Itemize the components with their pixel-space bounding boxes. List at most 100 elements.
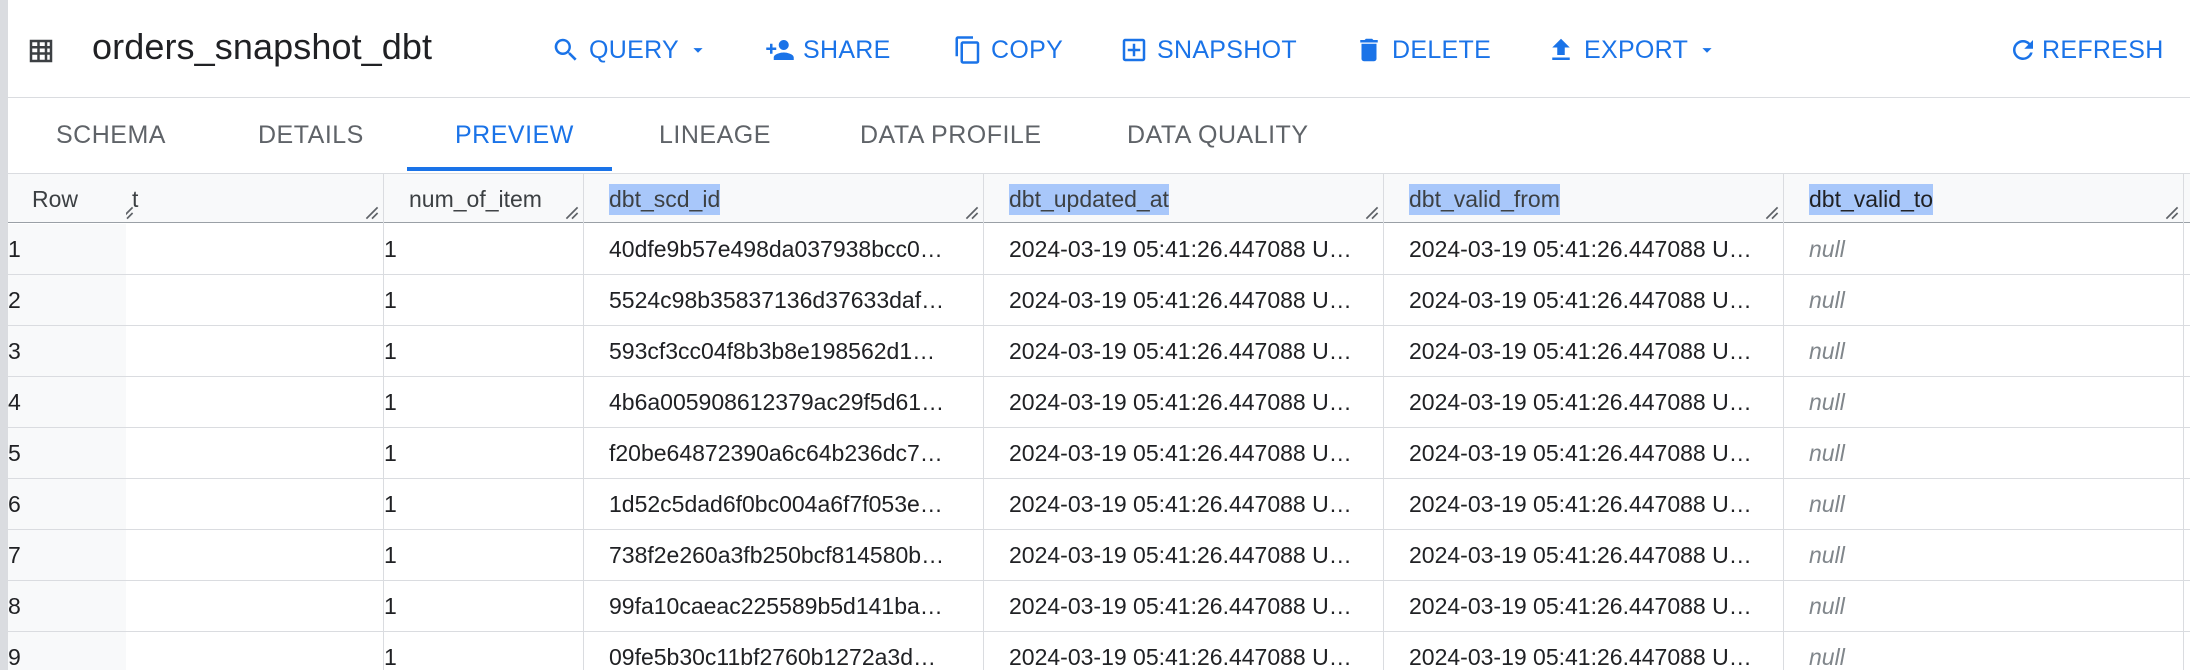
dbt-updated-at-cell[interactable]: 2024-03-19 05:41:26.447088 U… bbox=[984, 377, 1384, 427]
num-of-item-cell[interactable]: 1 bbox=[384, 479, 584, 529]
num-of-item-cell[interactable]: 1 bbox=[384, 224, 584, 274]
dbt-scd-id-cell[interactable]: 5524c98b35837136d37633daf… bbox=[584, 275, 984, 325]
table-row[interactable]: 6 1 1d52c5dad6f0bc004a6f7f053e… 2024-03-19 … bbox=[8, 479, 2190, 530]
table-row[interactable]: 1 1 40dfe9b57e498da037938bcc0… 2024-03-19 0… bbox=[8, 224, 2190, 275]
dbt-scd-id-cell[interactable]: 40dfe9b57e498da037938bcc0… bbox=[584, 224, 984, 274]
num-of-item-cell[interactable]: 1 bbox=[384, 275, 584, 325]
delete-button[interactable]: DELETE bbox=[1354, 28, 1491, 72]
num-of-item-cell[interactable]: 1 bbox=[384, 581, 584, 631]
tab-data-quality[interactable]: DATA QUALITY bbox=[1127, 98, 1309, 173]
resize-handle-icon[interactable] bbox=[126, 206, 134, 220]
tab-data-profile[interactable]: DATA PROFILE bbox=[860, 98, 1042, 173]
tab-lineage[interactable]: LINEAGE bbox=[659, 98, 771, 173]
dbt-valid-from-cell[interactable]: 2024-03-19 05:41:26.447088 U… bbox=[1384, 479, 1784, 529]
dbt-valid-from-cell[interactable]: 2024-03-19 05:41:26.447088 U… bbox=[1384, 224, 1784, 274]
header-dbt-valid-to[interactable]: dbt_valid_to bbox=[1784, 174, 2184, 224]
header-num-of-item[interactable]: num_of_item bbox=[384, 174, 584, 224]
row-number-cell[interactable]: 9 bbox=[8, 632, 126, 670]
row-number-cell[interactable]: 6 bbox=[8, 479, 126, 529]
num-of-item-cell[interactable]: 1 bbox=[384, 377, 584, 427]
table-row[interactable]: 2 1 5524c98b35837136d37633daf… 2024-03-19 0… bbox=[8, 275, 2190, 326]
header-partial-column[interactable]: t bbox=[126, 174, 384, 224]
partial-column-cell[interactable] bbox=[126, 428, 384, 478]
num-of-item-cell[interactable]: 1 bbox=[384, 632, 584, 670]
snapshot-button[interactable]: SNAPSHOT bbox=[1119, 28, 1297, 72]
dbt-valid-from-cell[interactable]: 2024-03-19 05:41:26.447088 U… bbox=[1384, 581, 1784, 631]
num-of-item-cell[interactable]: 1 bbox=[384, 428, 584, 478]
partial-column-cell[interactable] bbox=[126, 479, 384, 529]
resize-handle-icon[interactable] bbox=[565, 206, 579, 220]
copy-button[interactable]: COPY bbox=[953, 28, 1063, 72]
row-number-cell[interactable]: 1 bbox=[8, 224, 126, 274]
dbt-scd-id-cell[interactable]: 99fa10caeac225589b5d141ba… bbox=[584, 581, 984, 631]
table-row[interactable]: 7 1 738f2e260a3fb250bcf814580b… 2024-03-19 … bbox=[8, 530, 2190, 581]
header-dbt-scd-id[interactable]: dbt_scd_id bbox=[584, 174, 984, 224]
resize-handle-icon[interactable] bbox=[365, 206, 379, 220]
table-row[interactable]: 4 1 4b6a005908612379ac29f5d61… 2024-03-19 0… bbox=[8, 377, 2190, 428]
dbt-valid-from-cell[interactable]: 2024-03-19 05:41:26.447088 U… bbox=[1384, 326, 1784, 376]
num-of-item-cell[interactable]: 1 bbox=[384, 326, 584, 376]
row-number-cell[interactable]: 5 bbox=[8, 428, 126, 478]
dbt-valid-to-cell[interactable]: null bbox=[1784, 581, 2184, 631]
row-number-cell[interactable]: 8 bbox=[8, 581, 126, 631]
row-number-cell[interactable]: 3 bbox=[8, 326, 126, 376]
row-number-cell[interactable]: 2 bbox=[8, 275, 126, 325]
dbt-scd-id-cell[interactable]: 4b6a005908612379ac29f5d61… bbox=[584, 377, 984, 427]
dbt-valid-to-cell[interactable]: null bbox=[1784, 428, 2184, 478]
dbt-updated-at-cell[interactable]: 2024-03-19 05:41:26.447088 U… bbox=[984, 428, 1384, 478]
dbt-valid-from-cell[interactable]: 2024-03-19 05:41:26.447088 U… bbox=[1384, 428, 1784, 478]
dbt-valid-from-cell[interactable]: 2024-03-19 05:41:26.447088 U… bbox=[1384, 275, 1784, 325]
partial-column-cell[interactable] bbox=[126, 632, 384, 670]
query-button[interactable]: QUERY bbox=[551, 28, 709, 72]
tab-preview[interactable]: PREVIEW bbox=[455, 98, 574, 173]
dbt-updated-at-cell[interactable]: 2024-03-19 05:41:26.447088 U… bbox=[984, 530, 1384, 580]
dbt-valid-from-cell[interactable]: 2024-03-19 05:41:26.447088 U… bbox=[1384, 530, 1784, 580]
table-row[interactable]: 8 1 99fa10caeac225589b5d141ba… 2024-03-19 0… bbox=[8, 581, 2190, 632]
share-button[interactable]: SHARE bbox=[765, 28, 891, 72]
partial-column-cell[interactable] bbox=[126, 326, 384, 376]
dbt-valid-to-cell[interactable]: null bbox=[1784, 632, 2184, 670]
dbt-valid-to-cell[interactable]: null bbox=[1784, 275, 2184, 325]
dbt-scd-id-cell[interactable]: 593cf3cc04f8b3b8e198562d1… bbox=[584, 326, 984, 376]
table-row[interactable]: 9 1 09fe5b30c11bf2760b1272a3d… 2024-03-19 0… bbox=[8, 632, 2190, 670]
row-number-cell[interactable]: 4 bbox=[8, 377, 126, 427]
dbt-scd-id-cell[interactable]: 1d52c5dad6f0bc004a6f7f053e… bbox=[584, 479, 984, 529]
dbt-valid-to-cell[interactable]: null bbox=[1784, 530, 2184, 580]
dbt-updated-at-cell[interactable]: 2024-03-19 05:41:26.447088 U… bbox=[984, 479, 1384, 529]
header-dbt-valid-from[interactable]: dbt_valid_from bbox=[1384, 174, 1784, 224]
tab-details[interactable]: DETAILS bbox=[258, 98, 364, 173]
row-number-cell[interactable]: 7 bbox=[8, 530, 126, 580]
resize-handle-icon[interactable] bbox=[2165, 206, 2179, 220]
dbt-valid-to-cell-text: null bbox=[1809, 337, 1845, 364]
dbt-updated-at-cell[interactable]: 2024-03-19 05:41:26.447088 U… bbox=[984, 581, 1384, 631]
export-button[interactable]: EXPORT bbox=[1546, 28, 1718, 72]
partial-column-cell[interactable] bbox=[126, 581, 384, 631]
dbt-valid-to-cell[interactable]: null bbox=[1784, 326, 2184, 376]
num-of-item-cell[interactable]: 1 bbox=[384, 530, 584, 580]
table-row[interactable]: 3 1 593cf3cc04f8b3b8e198562d1… 2024-03-19 0… bbox=[8, 326, 2190, 377]
dbt-valid-to-cell[interactable]: null bbox=[1784, 479, 2184, 529]
dbt-updated-at-cell[interactable]: 2024-03-19 05:41:26.447088 U… bbox=[984, 632, 1384, 670]
resize-handle-icon[interactable] bbox=[1765, 206, 1779, 220]
partial-column-cell[interactable] bbox=[126, 275, 384, 325]
partial-column-cell[interactable] bbox=[126, 224, 384, 274]
partial-column-cell[interactable] bbox=[126, 377, 384, 427]
resize-handle-icon[interactable] bbox=[1365, 206, 1379, 220]
dbt-updated-at-cell[interactable]: 2024-03-19 05:41:26.447088 U… bbox=[984, 224, 1384, 274]
dbt-valid-to-cell[interactable]: null bbox=[1784, 377, 2184, 427]
dbt-updated-at-cell[interactable]: 2024-03-19 05:41:26.447088 U… bbox=[984, 326, 1384, 376]
refresh-button[interactable]: REFRESH bbox=[2008, 28, 2164, 72]
resize-handle-icon[interactable] bbox=[965, 206, 979, 220]
dbt-scd-id-cell[interactable]: 09fe5b30c11bf2760b1272a3d… bbox=[584, 632, 984, 670]
header-row-number[interactable]: Row bbox=[8, 174, 126, 224]
dbt-valid-from-cell[interactable]: 2024-03-19 05:41:26.447088 U… bbox=[1384, 377, 1784, 427]
dbt-valid-from-cell[interactable]: 2024-03-19 05:41:26.447088 U… bbox=[1384, 632, 1784, 670]
dbt-scd-id-cell[interactable]: f20be64872390a6c64b236dc7… bbox=[584, 428, 984, 478]
partial-column-cell[interactable] bbox=[126, 530, 384, 580]
header-dbt-updated-at[interactable]: dbt_updated_at bbox=[984, 174, 1384, 224]
dbt-scd-id-cell[interactable]: 738f2e260a3fb250bcf814580b… bbox=[584, 530, 984, 580]
tab-schema[interactable]: SCHEMA bbox=[56, 98, 166, 173]
dbt-updated-at-cell[interactable]: 2024-03-19 05:41:26.447088 U… bbox=[984, 275, 1384, 325]
dbt-valid-to-cell[interactable]: null bbox=[1784, 224, 2184, 274]
table-row[interactable]: 5 1 f20be64872390a6c64b236dc7… 2024-03-19 0… bbox=[8, 428, 2190, 479]
